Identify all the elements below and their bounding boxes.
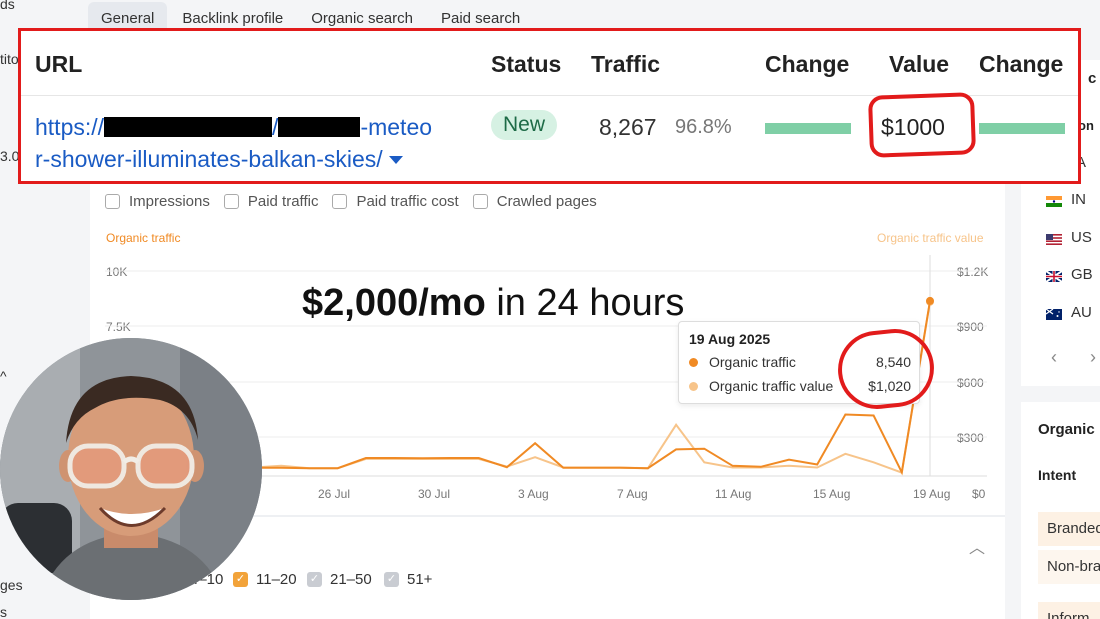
url-column-header: URL	[35, 51, 83, 77]
position-filter[interactable]: ✓ 11–20	[233, 571, 297, 588]
tooltip-label: Organic traffic	[709, 354, 796, 370]
headline-overlay: $2,000/mo in 24 hours	[302, 282, 684, 325]
checkmark-icon[interactable]: ✓	[384, 572, 399, 587]
change-column-header: Change	[765, 51, 850, 77]
checkmark-icon[interactable]: ✓	[307, 572, 322, 587]
url-text: r-shower-illuminates-balkan-skies/	[35, 146, 383, 172]
position-filter[interactable]: ✓ 51+	[384, 571, 432, 588]
redaction-bar	[278, 117, 361, 137]
status-column-header: Status	[491, 51, 562, 77]
presenter-avatar	[0, 338, 262, 600]
caret-down-icon[interactable]	[388, 156, 403, 164]
headline-bold: $2,000/mo	[302, 282, 486, 324]
position-label: 51+	[407, 571, 433, 588]
red-highlight-box	[867, 92, 977, 158]
series-dot-icon	[689, 381, 698, 391]
page-url-link[interactable]: https:/// -meteo r-shower-illuminates-bal…	[35, 111, 475, 175]
traffic-change-bar	[765, 123, 851, 134]
redaction-bar	[104, 117, 273, 137]
url-text: https://	[35, 114, 105, 140]
chevron-up-icon[interactable]: ︿	[969, 534, 985, 558]
headline-rest: in 24 hours	[496, 282, 685, 324]
status-badge: New	[491, 110, 558, 140]
position-label: 21–50	[330, 571, 372, 588]
position-filter[interactable]: ✓ 21–50	[307, 571, 372, 588]
value-change-bar	[979, 123, 1065, 134]
url-summary-card: URL Status Traffic Change Value Change h…	[18, 28, 1081, 184]
tooltip-date: 19 Aug 2025	[689, 331, 771, 347]
series-dot-icon	[689, 357, 698, 367]
traffic-value: 8,267	[599, 114, 657, 140]
tooltip-label: Organic traffic value	[709, 378, 834, 394]
position-label: 11–20	[256, 571, 297, 588]
checkmark-icon[interactable]: ✓	[233, 572, 248, 587]
traffic-column-header: Traffic	[591, 51, 661, 77]
url-text: -meteo	[360, 114, 433, 140]
change-column-header: Change	[979, 51, 1064, 77]
value-column-header: Value	[889, 51, 950, 77]
traffic-share: 96.8%	[675, 116, 732, 138]
series-endpoint-marker	[926, 296, 934, 305]
